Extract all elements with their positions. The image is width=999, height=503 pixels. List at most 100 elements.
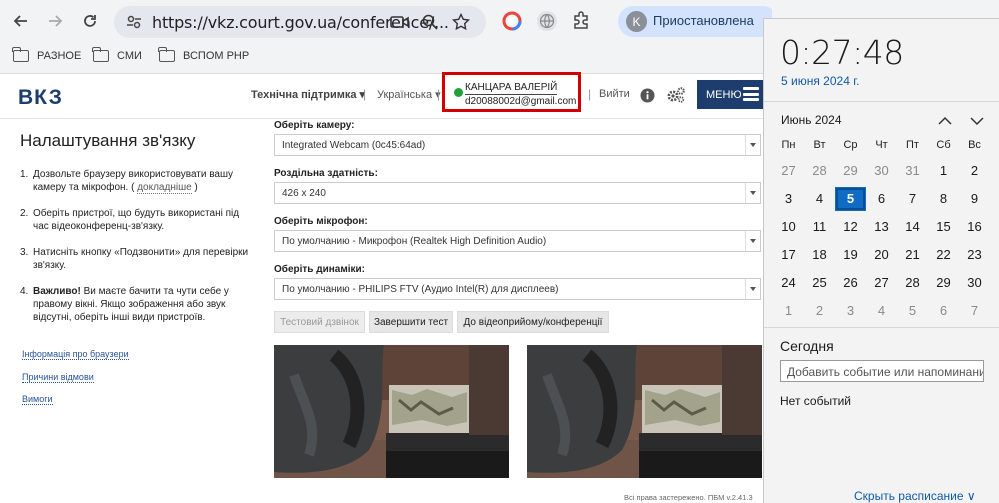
language-dropdown[interactable]: Українська ▾ bbox=[377, 88, 441, 101]
online-status-dot bbox=[454, 88, 463, 97]
calendar-day[interactable]: 30 bbox=[866, 159, 897, 183]
calendar-day[interactable]: 16 bbox=[959, 215, 990, 239]
requirements-link[interactable]: Вимоги bbox=[22, 394, 53, 405]
logout-link[interactable]: Вийти bbox=[599, 88, 630, 100]
calendar-day[interactable]: 2 bbox=[959, 159, 990, 183]
extensions-puzzle-icon[interactable] bbox=[571, 10, 593, 32]
calendar-day[interactable]: 19 bbox=[835, 243, 866, 267]
resolution-select[interactable]: 426 x 240 bbox=[274, 182, 761, 204]
list-item: 2. Оберіть пристрої, що будуть використа… bbox=[20, 208, 240, 232]
test-call-button[interactable]: Тестовий дзвінок bbox=[274, 311, 365, 333]
microphone-select[interactable]: По умолчанию - Микрофон (Realtek High De… bbox=[274, 230, 761, 252]
calendar-day[interactable]: 15 bbox=[928, 215, 959, 239]
calendar-day[interactable]: 6 bbox=[928, 299, 959, 323]
calendar-day[interactable]: 7 bbox=[897, 187, 928, 211]
weekday-label: Ср bbox=[843, 139, 858, 151]
site-settings-icon[interactable] bbox=[124, 12, 144, 32]
extension-color-icon[interactable] bbox=[501, 10, 523, 32]
calendar-day[interactable]: 12 bbox=[835, 215, 866, 239]
calendar-day[interactable]: 6 bbox=[866, 187, 897, 211]
calendar-day[interactable]: 9 bbox=[959, 187, 990, 211]
chevron-up-icon[interactable] bbox=[938, 113, 952, 125]
calendar-day[interactable]: 11 bbox=[804, 215, 835, 239]
address-bar[interactable]: https://vkz.court.gov.ua/conference/... bbox=[114, 6, 486, 38]
calendar-day[interactable]: 2 bbox=[804, 299, 835, 323]
back-icon[interactable] bbox=[8, 8, 34, 34]
calendar-day[interactable]: 10 bbox=[773, 215, 804, 239]
calendar-day[interactable]: 28 bbox=[804, 159, 835, 183]
local-video bbox=[274, 345, 509, 478]
calendar-day[interactable]: 29 bbox=[835, 159, 866, 183]
calendar-day[interactable]: 4 bbox=[866, 299, 897, 323]
calendar-day[interactable]: 26 bbox=[835, 271, 866, 295]
support-dropdown[interactable]: Технічна підтримка ▾ bbox=[251, 88, 365, 101]
profile-chip[interactable]: K Приостановлена bbox=[618, 6, 778, 37]
calendar-day[interactable]: 7 bbox=[959, 299, 990, 323]
calendar-day[interactable]: 8 bbox=[928, 187, 959, 211]
camera-in-use-icon[interactable] bbox=[389, 12, 411, 32]
bookmark-folder[interactable]: СМИ bbox=[92, 47, 142, 62]
list-item: 4. Важливо! Ви маєте бачити та чути себе… bbox=[20, 286, 229, 323]
calendar-day[interactable]: 3 bbox=[835, 299, 866, 323]
calendar-day[interactable]: 17 bbox=[773, 243, 804, 267]
calendar-day[interactable]: 4 bbox=[804, 187, 835, 211]
footer-copyright: Всі права застережено. ПБМ v.2.41.3 bbox=[624, 493, 753, 502]
bookmark-folder[interactable]: ВСПОМ РНР bbox=[158, 47, 249, 62]
finish-test-button[interactable]: Завершити тест bbox=[369, 311, 453, 333]
resolution-label: Роздільна здатність: bbox=[274, 168, 378, 179]
bookmark-star-icon[interactable] bbox=[450, 12, 472, 32]
calendar-day[interactable]: 24 bbox=[773, 271, 804, 295]
calendar-day[interactable]: 20 bbox=[866, 243, 897, 267]
calendar-day[interactable]: 23 bbox=[959, 243, 990, 267]
browser-info-link[interactable]: Інформація про браузери bbox=[22, 349, 129, 360]
details-link[interactable]: докладніше bbox=[137, 182, 192, 194]
user-account[interactable]: КАНЦАРА ВАЛЕРІЙ d20088002d@gmail.com bbox=[442, 72, 581, 112]
calendar-day[interactable]: 21 bbox=[897, 243, 928, 267]
extension-globe-icon[interactable] bbox=[536, 10, 558, 32]
today-label: Сегодня bbox=[780, 338, 834, 354]
calendar-day[interactable]: 27 bbox=[773, 159, 804, 183]
site-logo[interactable]: ВКЗ bbox=[18, 86, 63, 110]
instructions-list: 1. Дозвольте браузеру використовувати ва… bbox=[20, 168, 256, 337]
calendar-day[interactable]: 28 bbox=[897, 271, 928, 295]
camera-label: Оберіть камеру: bbox=[274, 120, 355, 131]
weekday-label: Пн bbox=[781, 139, 796, 151]
calendar-day[interactable]: 29 bbox=[928, 271, 959, 295]
separator: | bbox=[363, 87, 367, 101]
reload-icon[interactable] bbox=[77, 8, 103, 34]
calendar-day[interactable]: 13 bbox=[866, 215, 897, 239]
camera-select[interactable]: Integrated Webcam (0c45:64ad) bbox=[274, 134, 761, 156]
calendar-day[interactable]: 1 bbox=[928, 159, 959, 183]
calendar-day[interactable]: 14 bbox=[897, 215, 928, 239]
speakers-select[interactable]: По умолчанию - PHILIPS FTV (Аудио Intel(… bbox=[274, 278, 761, 300]
speakers-label: Оберіть динаміки: bbox=[274, 264, 365, 275]
separator: | bbox=[437, 87, 441, 101]
calendar-day[interactable]: 25 bbox=[804, 271, 835, 295]
calendar-day[interactable]: 27 bbox=[866, 271, 897, 295]
calendar-day[interactable]: 31 bbox=[897, 159, 928, 183]
zoom-icon[interactable] bbox=[419, 12, 441, 32]
weekday-label: Пт bbox=[906, 139, 919, 151]
calendar-day[interactable]: 1 bbox=[773, 299, 804, 323]
weekday-label: Чт bbox=[875, 139, 888, 151]
weekday-label: Вт bbox=[813, 139, 826, 151]
menu-button[interactable]: МЕНЮ bbox=[697, 80, 763, 109]
hide-schedule-link[interactable]: Скрыть расписание ∨ bbox=[854, 489, 976, 503]
month-label[interactable]: Июнь 2024 bbox=[781, 113, 842, 127]
bookmark-folder[interactable]: РАЗНОЕ bbox=[12, 47, 81, 62]
chevron-down-icon[interactable] bbox=[970, 113, 984, 126]
settings-gears-icon[interactable] bbox=[666, 86, 686, 109]
calendar-day[interactable]: 3 bbox=[773, 187, 804, 211]
calendar-day[interactable]: 30 bbox=[959, 271, 990, 295]
site-header: ВКЗ Технічна підтримка ▾ | Українська ▾ … bbox=[0, 72, 770, 119]
info-icon[interactable] bbox=[640, 88, 655, 108]
calendar-day[interactable]: 5 bbox=[897, 299, 928, 323]
go-to-conference-button[interactable]: До відеоприйому/конференції bbox=[457, 311, 609, 333]
calendar-day-today[interactable]: 5 bbox=[835, 187, 866, 211]
forward-icon[interactable] bbox=[42, 8, 68, 34]
calendar-day[interactable]: 18 bbox=[804, 243, 835, 267]
add-event-input[interactable]: Добавить событие или напоминание bbox=[780, 360, 984, 382]
calendar-day[interactable]: 22 bbox=[928, 243, 959, 267]
current-date-link[interactable]: 5 июня 2024 г. bbox=[781, 74, 859, 88]
rejection-reasons-link[interactable]: Причини відмови bbox=[22, 372, 94, 383]
